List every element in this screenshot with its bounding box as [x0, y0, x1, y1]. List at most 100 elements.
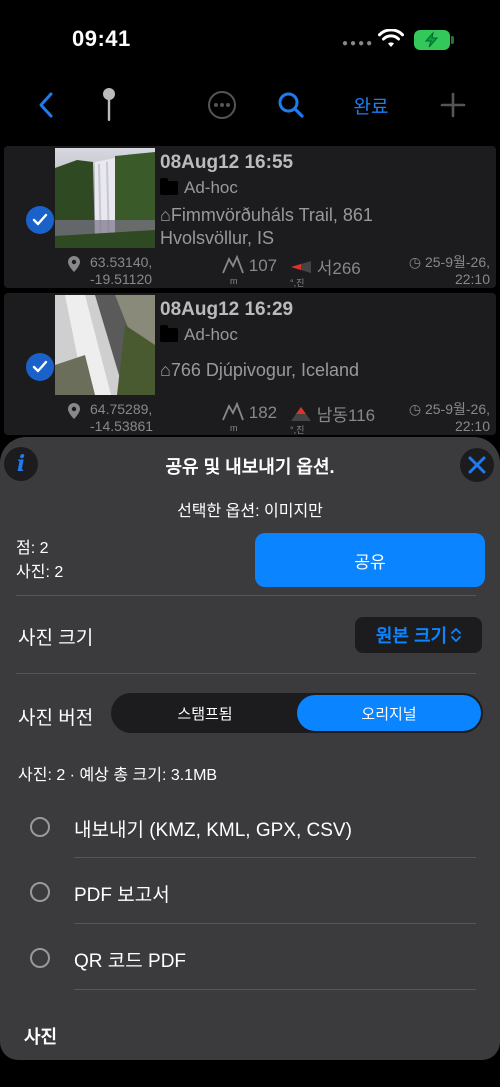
place-line: Hvolsvöllur, IS [160, 228, 275, 248]
points-count: 점: 2 [16, 540, 49, 557]
photo-version-label: 사진 버전 [18, 708, 94, 729]
more-button[interactable] [204, 82, 240, 128]
mountain-icon [222, 401, 244, 421]
segment-stamped[interactable]: 스탬프됨 [113, 695, 297, 731]
photo-size-picker[interactable]: 원본 크기 [355, 617, 482, 653]
latitude: 63.53140, [90, 254, 153, 270]
row-meta: 63.53140, -19.51120 107 m 서266 °,진 ◷ 25-… [4, 254, 496, 288]
photo-thumbnail[interactable] [55, 295, 155, 395]
compass-arrow-icon [291, 261, 311, 273]
direction-unit: °,진 [290, 425, 305, 435]
ellipsis-circle-icon [208, 91, 236, 119]
date-line: ◷ 25-9월-26, [408, 401, 490, 417]
chevron-left-icon [39, 92, 53, 118]
photo-version-segmented-control: 스탬프됨 오리지널 [111, 693, 483, 733]
segment-original[interactable]: 오리지널 [297, 695, 481, 731]
time-line: 22:10 [454, 418, 490, 434]
altitude-unit: m [230, 423, 238, 433]
altitude-unit: m [230, 276, 238, 286]
altitude-value: 107 [248, 256, 278, 275]
altitude-value: 182 [248, 403, 278, 422]
qr-pdf-label: QR 코드 PDF [74, 951, 187, 972]
photo-thumbnail[interactable] [55, 148, 155, 248]
direction-value: 남동116 [316, 406, 376, 425]
location-pin-icon [68, 403, 80, 419]
folder-icon [160, 178, 178, 195]
direction-value: 서266 [316, 259, 361, 278]
mountain-icon [222, 254, 244, 274]
search-button[interactable] [272, 82, 310, 128]
photos-count: 사진: 2 [16, 564, 64, 581]
export-option-label: 내보내기 (KMZ, KML, GPX, CSV) [74, 820, 352, 841]
divider [74, 923, 476, 924]
plus-icon [440, 92, 466, 118]
pin-icon [103, 88, 115, 121]
done-label: 완료 [353, 96, 389, 118]
direction: 서266 °,진 [290, 254, 361, 288]
divider [74, 857, 476, 858]
estimated-size-summary: 사진: 2 · 예상 총 크기: 3.1MB [18, 767, 218, 784]
coordinates: 64.75289, -14.53861 [90, 401, 153, 435]
latitude: 64.75289, [90, 401, 153, 417]
timestamp: ◷ 25-9월-26, 22:10 [409, 254, 490, 288]
divider [74, 989, 476, 990]
folder-icon [160, 325, 178, 342]
chevron-updown-icon [451, 627, 462, 643]
back-button[interactable] [28, 82, 64, 128]
status-time: 09:41 [72, 26, 131, 51]
divider [16, 595, 476, 596]
radio-button[interactable] [30, 882, 50, 902]
row-title: 08Aug12 16:55 [160, 152, 294, 173]
pin-button[interactable] [94, 82, 124, 128]
compass-arrow-icon [291, 407, 311, 421]
list-item[interactable]: 08Aug12 16:55 Ad-hoc ⌂Fimmvörðuháls Trai… [4, 146, 496, 288]
date-line: ◷ 25-9월-26, [408, 254, 490, 270]
folder-name: Ad-hoc [184, 325, 238, 344]
row-meta: 64.75289, -14.53861 182 m 남동116 °,진 ◷ 25… [4, 401, 496, 435]
share-export-sheet: i 공유 및 내보내기 옵션. 선택한 옵션: 이미지만 점: 2 사진: 2 … [0, 437, 500, 1060]
radio-button[interactable] [30, 948, 50, 968]
status-bar: 09:41 ●●●● [0, 0, 500, 80]
folder-name: Ad-hoc [184, 178, 238, 197]
direction-unit: °,진 [290, 278, 305, 288]
longitude: -19.51120 [90, 271, 153, 287]
close-button[interactable] [460, 448, 494, 482]
qr-pdf-option[interactable]: QR 코드 PDF [0, 934, 500, 984]
radio-button[interactable] [30, 817, 50, 837]
list-item[interactable]: 08Aug12 16:29 Ad-hoc ⌂766 Djúpivogur, Ic… [4, 293, 496, 435]
time-line: 22:10 [454, 271, 490, 287]
longitude: -14.53861 [90, 418, 154, 434]
direction: 남동116 °,진 [290, 401, 376, 435]
toolbar: 완료 [0, 82, 500, 132]
folder-label: Ad-hoc [160, 325, 238, 345]
signal-icon: ●●●● [342, 38, 375, 49]
search-icon [278, 92, 304, 118]
row-title: 08Aug12 16:29 [160, 299, 294, 320]
section-header-photos: 사진 [24, 1027, 58, 1047]
checkmark-icon[interactable] [26, 206, 54, 234]
battery-icon [414, 30, 454, 50]
place-line: ⌂766 Djúpivogur, Iceland [160, 360, 360, 380]
checkmark-icon[interactable] [26, 353, 54, 381]
divider [16, 673, 476, 674]
wifi-icon [378, 29, 404, 47]
selected-option-text: 선택한 옵션: 이미지만 [177, 503, 323, 520]
pdf-report-label: PDF 보고서 [74, 885, 170, 906]
share-button[interactable]: 공유 [255, 533, 485, 587]
folder-label: Ad-hoc [160, 178, 238, 198]
photo-size-label: 사진 크기 [18, 628, 94, 649]
sheet-title: 공유 및 내보내기 옵션. [165, 457, 335, 477]
coordinates: 63.53140, -19.51120 [90, 254, 152, 288]
place-line: ⌂Fimmvörðuháls Trail, 861 [160, 205, 373, 225]
location-pin-icon [68, 256, 80, 272]
home-indicator-area [0, 1060, 500, 1087]
done-button[interactable]: 완료 [346, 82, 396, 128]
timestamp: ◷ 25-9월-26, 22:10 [409, 401, 490, 435]
altitude: 107 m [222, 254, 278, 286]
close-icon [468, 456, 486, 474]
export-option[interactable]: 내보내기 (KMZ, KML, GPX, CSV) [0, 803, 500, 853]
photo-size-value: 원본 크기 [375, 626, 448, 646]
selection-counts: 점: 2 사진: 2 [16, 537, 63, 585]
pdf-report-option[interactable]: PDF 보고서 [0, 868, 500, 918]
add-button[interactable] [436, 82, 470, 128]
